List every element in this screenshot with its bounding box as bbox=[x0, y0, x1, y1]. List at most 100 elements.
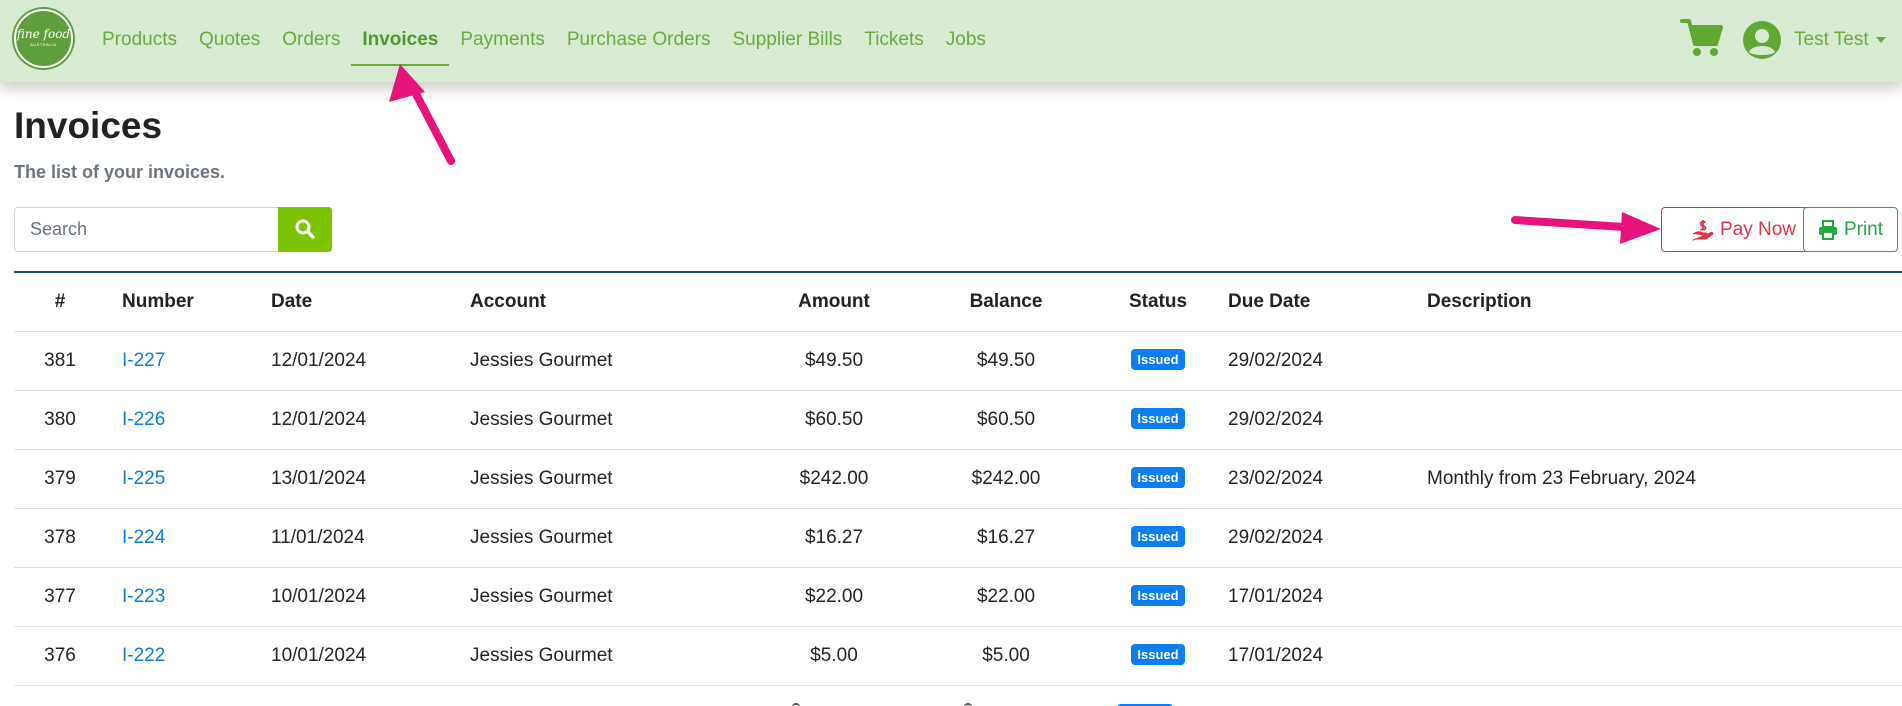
cell-due-date: 29/02/2024 bbox=[1228, 350, 1324, 371]
invoice-number-link[interactable]: I-223 bbox=[122, 568, 165, 626]
cell-status: Issued bbox=[1117, 332, 1199, 390]
cell-due-date: 17/01/2024 bbox=[1228, 645, 1324, 666]
cell-status: Issued bbox=[1117, 627, 1199, 685]
nav-item-jobs[interactable]: Jobs bbox=[935, 0, 997, 82]
cell-id: 380 bbox=[44, 409, 76, 430]
status-badge: Issued bbox=[1131, 526, 1185, 548]
cell-balance: $242.00 bbox=[971, 468, 1041, 489]
cell-id: 379 bbox=[44, 468, 76, 489]
table-row[interactable]: 376 I-222 10/01/2024 Jessies Gourmet $5.… bbox=[14, 627, 1902, 686]
cell-date: 13/01/2024 bbox=[271, 468, 367, 489]
search-icon bbox=[295, 219, 315, 239]
header-due-date[interactable]: Due Date bbox=[1228, 273, 1310, 331]
user-circle-icon[interactable] bbox=[1743, 21, 1781, 59]
cell-due-date: 23/02/2024 bbox=[1228, 468, 1324, 489]
invoice-number-link[interactable]: I-225 bbox=[122, 450, 165, 508]
top-navbar: fine food AUSTRALIA Products Quotes Orde… bbox=[0, 0, 1902, 82]
status-badge: Issued bbox=[1131, 644, 1185, 666]
header-description[interactable]: Description bbox=[1427, 273, 1532, 331]
cell-amount: $16.27 bbox=[804, 527, 864, 548]
header-number[interactable]: Number bbox=[122, 273, 194, 331]
hand-holding-dollar-icon bbox=[1692, 219, 1714, 240]
cell-due-date: 29/02/2024 bbox=[1228, 527, 1324, 548]
search-input[interactable] bbox=[14, 207, 279, 252]
nav-item-supplier-bills[interactable]: Supplier Bills bbox=[721, 0, 853, 82]
status-badge: Issued bbox=[1131, 349, 1185, 371]
nav-item-orders[interactable]: Orders bbox=[271, 0, 351, 82]
cell-date: 12/01/2024 bbox=[271, 409, 367, 430]
pay-now-label: Pay Now bbox=[1719, 218, 1797, 240]
cell-account: Jessies Gourmet bbox=[470, 645, 613, 666]
table-row[interactable]: 379 I-225 13/01/2024 Jessies Gourmet $24… bbox=[14, 450, 1902, 509]
header-status[interactable]: Status bbox=[1117, 273, 1199, 331]
annotation-arrow-pay-now bbox=[1511, 212, 1661, 244]
main-nav: Products Quotes Orders Invoices Payments… bbox=[91, 0, 997, 82]
cell-balance: $22.00 bbox=[976, 586, 1036, 607]
invoice-number-link[interactable]: I-226 bbox=[122, 391, 165, 449]
nav-item-products[interactable]: Products bbox=[91, 0, 188, 82]
header-id[interactable]: # bbox=[14, 273, 106, 331]
cell-balance: $60.50 bbox=[976, 409, 1036, 430]
page-subtitle: The list of your invoices. bbox=[14, 162, 226, 182]
cell-account: Jessies Gourmet bbox=[470, 468, 613, 489]
shopping-cart-icon[interactable] bbox=[1680, 17, 1724, 59]
cell-date: 10/01/2024 bbox=[271, 586, 367, 607]
cell-status: Issued bbox=[1117, 450, 1199, 508]
table-header-row: # Number Date Account Amount Balance Sta… bbox=[14, 273, 1902, 332]
search-button[interactable] bbox=[278, 207, 332, 252]
cell-balance: $5.00 bbox=[982, 645, 1030, 666]
cell-status: Issued bbox=[1117, 509, 1199, 567]
header-account[interactable]: Account bbox=[470, 273, 546, 331]
invoices-table: # Number Date Account Amount Balance Sta… bbox=[14, 273, 1902, 706]
cell-due-date: 17/01/2024 bbox=[1228, 586, 1324, 607]
nav-item-invoices[interactable]: Invoices bbox=[351, 0, 450, 82]
cell-balance: $16.27 bbox=[976, 527, 1036, 548]
nav-item-payments[interactable]: Payments bbox=[449, 0, 555, 82]
chevron-down-icon[interactable] bbox=[1876, 37, 1886, 43]
header-amount[interactable]: Amount bbox=[734, 273, 934, 331]
header-date[interactable]: Date bbox=[271, 273, 312, 331]
print-button[interactable]: Print bbox=[1803, 207, 1898, 252]
status-badge: Issued bbox=[1131, 585, 1185, 607]
table-row[interactable]: 377 I-223 10/01/2024 Jessies Gourmet $22… bbox=[14, 568, 1902, 627]
cell-account: Jessies Gourmet bbox=[470, 527, 613, 548]
invoice-number-link[interactable]: I-224 bbox=[122, 509, 165, 567]
cell-amount: $60.50 bbox=[804, 409, 864, 430]
cell-due-date: 29/02/2024 bbox=[1228, 409, 1324, 430]
invoice-number-link[interactable]: I-222 bbox=[122, 627, 165, 685]
cell-balance: $49.50 bbox=[976, 350, 1036, 371]
cell-account: Jessies Gourmet bbox=[470, 586, 613, 607]
cell-status: Issued bbox=[1117, 568, 1199, 626]
nav-item-purchase-orders[interactable]: Purchase Orders bbox=[556, 0, 722, 82]
nav-item-tickets[interactable]: Tickets bbox=[853, 0, 934, 82]
cell-id: 376 bbox=[44, 645, 76, 666]
logo-text: fine food bbox=[16, 27, 71, 41]
print-icon bbox=[1818, 219, 1837, 240]
cell-amount: $242.00 bbox=[799, 468, 869, 489]
cell-date: 12/01/2024 bbox=[271, 350, 367, 371]
cell-account: Jessies Gourmet bbox=[470, 350, 613, 371]
table-row[interactable]: 381 I-227 12/01/2024 Jessies Gourmet $49… bbox=[14, 332, 1902, 391]
status-badge: Issued bbox=[1131, 467, 1185, 489]
cell-account: Jessies Gourmet bbox=[470, 409, 613, 430]
cell-date: 11/01/2024 bbox=[271, 527, 365, 548]
nav-item-quotes[interactable]: Quotes bbox=[188, 0, 271, 82]
table-row-partial bbox=[14, 686, 1902, 706]
cell-amount: $5.00 bbox=[810, 645, 858, 666]
header-balance[interactable]: Balance bbox=[906, 273, 1106, 331]
invoice-number-link[interactable]: I-227 bbox=[122, 332, 165, 390]
table-row[interactable]: 380 I-226 12/01/2024 Jessies Gourmet $60… bbox=[14, 391, 1902, 450]
table-row[interactable]: 378 I-224 11/01/2024 Jessies Gourmet $16… bbox=[14, 509, 1902, 568]
user-menu-toggle[interactable]: Test Test bbox=[1794, 0, 1869, 80]
brand-logo[interactable]: fine food AUSTRALIA bbox=[14, 9, 73, 68]
page-title: Invoices bbox=[14, 105, 163, 146]
cell-amount: $49.50 bbox=[804, 350, 864, 371]
cell-date: 10/01/2024 bbox=[271, 645, 367, 666]
cell-id: 377 bbox=[44, 586, 76, 607]
cell-id: 378 bbox=[44, 527, 76, 548]
print-label: Print bbox=[1843, 218, 1884, 240]
cell-description: Monthly from 23 February, 2024 bbox=[1427, 468, 1696, 489]
cell-id: 381 bbox=[44, 350, 76, 371]
cell-status: Issued bbox=[1117, 391, 1199, 449]
logo-subtext: AUSTRALIA bbox=[30, 42, 57, 47]
